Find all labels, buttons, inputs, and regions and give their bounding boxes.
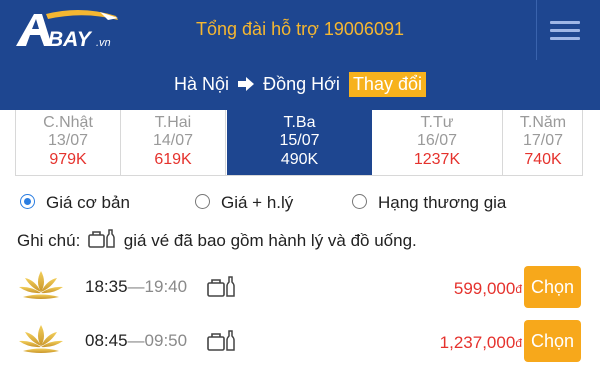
luggage-bottle-icon <box>88 229 115 248</box>
depart-time: 08:45 <box>85 331 128 350</box>
date-selector: C.Nhật 13/07 979K T.Hai 14/07 619K T.Ba … <box>15 110 583 176</box>
luggage-bottle-icon <box>207 276 235 297</box>
fare-option-label: Hạng thương gia <box>378 193 507 212</box>
hamburger-icon <box>550 21 580 24</box>
depart-time: 18:35 <box>85 277 128 296</box>
luggage-bottle-icon <box>207 330 235 351</box>
menu-divider <box>536 0 537 60</box>
date-tab-2[interactable]: T.Hai 14/07 619K <box>121 110 226 175</box>
arrow-right-icon <box>238 77 255 91</box>
time-dash: — <box>127 331 145 350</box>
date-day: C.Nhật <box>43 114 93 131</box>
date-date: 15/07 <box>279 132 320 149</box>
lotus-logo-icon <box>19 271 63 299</box>
date-day: T.Năm <box>519 114 567 131</box>
time-dash: — <box>127 277 145 296</box>
date-price: 490K <box>280 151 319 168</box>
change-route-button[interactable]: Thay đổi <box>348 72 426 97</box>
date-price: 619K <box>154 151 192 168</box>
note-prefix: Ghi chú: <box>17 231 81 250</box>
price-currency: đ <box>515 336 522 350</box>
fare-option-label: Giá + h.lý <box>221 193 294 212</box>
choose-flight-button[interactable]: Chọn <box>524 266 581 308</box>
choose-flight-button[interactable]: Chọn <box>524 320 581 362</box>
note-text: giá vé đã bao gồm hành lý và đồ uống. <box>123 231 417 250</box>
fare-options: Giá cơ bản Giá + h.lý Hạng thương gia <box>20 191 590 215</box>
date-day: T.Tư <box>420 114 454 131</box>
date-day: T.Ba <box>283 114 316 131</box>
date-price: 1237K <box>413 151 461 168</box>
route-bar: Hà Nội Đồng Hới Thay đổi <box>0 60 600 110</box>
route-summary: Hà Nội Đồng Hới Thay đổi <box>0 72 600 97</box>
date-date: 16/07 <box>416 132 458 149</box>
arrive-time: 19:40 <box>144 277 188 296</box>
date-tab-5[interactable]: T.Năm 17/07 740K <box>503 110 583 175</box>
hamburger-icon-line <box>550 29 580 32</box>
date-tab-4[interactable]: T.Tư 16/07 1237K <box>372 110 503 175</box>
arrive-time: 09:50 <box>144 331 188 350</box>
flight-price: 599,000đ <box>454 279 522 299</box>
origin-city: Hà Nội <box>174 74 230 94</box>
flight-row: 08:45—09:50 1,237,000đ Chọn <box>0 320 600 364</box>
date-price: 979K <box>49 151 87 168</box>
hotline-text: Tổng đài hỗ trợ 19006091 <box>196 19 404 39</box>
flight-times: 18:35—19:40 <box>85 277 187 297</box>
date-date: 14/07 <box>152 132 194 149</box>
date-day: T.Hai <box>154 114 192 131</box>
date-tab-3-selected[interactable]: T.Ba 15/07 490K <box>227 110 372 175</box>
destination-city: Đồng Hới <box>263 74 340 94</box>
flight-times: 08:45—09:50 <box>85 331 187 351</box>
top-header: BAY .vn Tổng đài hỗ trợ 19006091 <box>0 0 600 60</box>
price-amount: 1,237,000 <box>439 333 516 352</box>
price-currency: đ <box>515 282 522 296</box>
fare-option-label: Giá cơ bản <box>46 193 130 212</box>
radio-selected[interactable] <box>20 194 35 209</box>
price-amount: 599,000 <box>453 279 516 298</box>
radio-unselected[interactable] <box>195 194 210 209</box>
hamburger-menu-button[interactable] <box>544 14 584 46</box>
hamburger-icon-line <box>550 37 580 40</box>
date-date: 13/07 <box>47 132 89 149</box>
radio-unselected[interactable] <box>352 194 367 209</box>
flight-row: 18:35—19:40 599,000đ Chọn <box>0 266 600 310</box>
lotus-logo-icon <box>19 325 63 353</box>
date-date: 17/07 <box>522 132 564 149</box>
date-price: 740K <box>524 151 562 168</box>
flight-price: 1,237,000đ <box>440 333 522 353</box>
date-tab-1[interactable]: C.Nhật 13/07 979K <box>16 110 121 175</box>
fare-note: Ghi chú: giá vé đã bao gồm hành lý và đồ… <box>17 229 417 251</box>
